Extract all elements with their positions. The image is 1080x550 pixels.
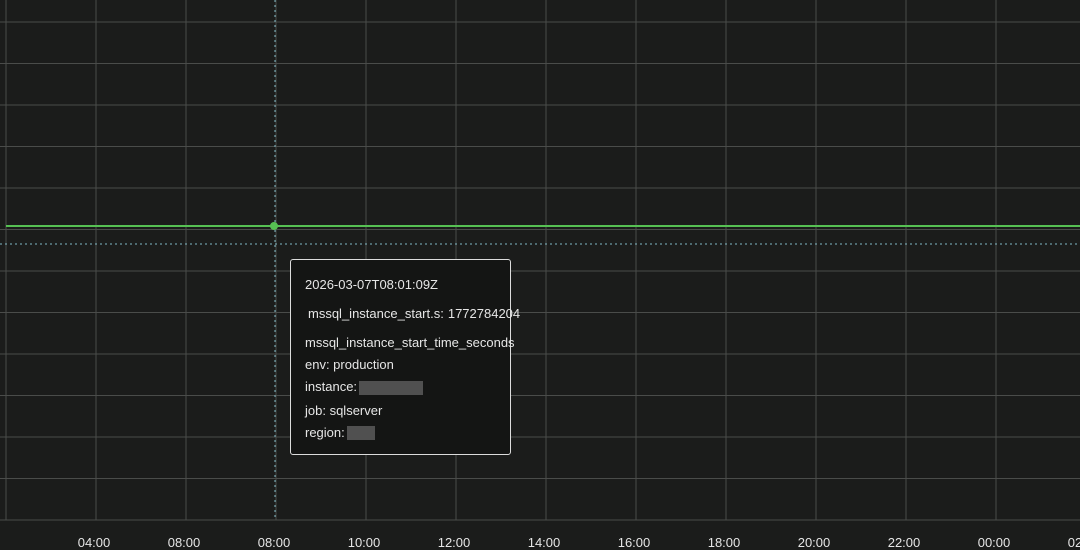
tooltip-series-label: mssql_instance_start.s: [308, 306, 444, 321]
hover-tooltip: 2026-03-07T08:01:09Z mssql_instance_star… [290, 259, 520, 455]
x-tick-label: 14:00 [528, 535, 561, 550]
redacted-region-value [346, 426, 375, 441]
x-tick-label: 16:00 [618, 535, 651, 550]
x-tick-label: 00:00 [978, 535, 1011, 550]
tooltip-label-region-key: region: [305, 424, 345, 440]
x-tick-label: 08:00 [258, 535, 291, 550]
grid [0, 0, 1080, 521]
x-axis-tick-labels: 04:00 08:00 08:00 10:00 12:00 14:00 16:00 18:00… [78, 535, 1080, 550]
tooltip-label-region: region: [305, 426, 496, 441]
x-tick-label: 22:00 [888, 535, 921, 550]
tooltip-series-value: 1772784204 [447, 306, 521, 321]
x-tick-label: 08:00 [168, 535, 201, 550]
x-tick-label: 12:00 [438, 535, 471, 550]
x-tick-label: 18:00 [708, 535, 741, 550]
tooltip-label-job: job: sqlserver [305, 402, 383, 418]
time-series-chart[interactable]: 04:00 08:00 08:00 10:00 12:00 14:00 16:00 18:00… [0, 0, 1080, 550]
tooltip-label-instance-key: instance: [305, 379, 358, 394]
hovered-data-point[interactable] [270, 222, 278, 230]
x-tick-label: 02:00 [1068, 535, 1080, 550]
x-tick-label: 20:00 [798, 535, 831, 550]
tooltip-timestamp: 2026-03-07T08:01:09Z [305, 277, 438, 292]
x-tick-label: 04:00 [78, 535, 111, 550]
tooltip-label-env: env: production [305, 357, 394, 372]
tooltip-label-instance: instance: [305, 380, 496, 395]
series-layer [6, 222, 1080, 230]
tooltip-metric-name: mssql_instance_start_time_seconds [305, 335, 515, 350]
x-tick-label: 10:00 [348, 535, 381, 550]
redacted-instance-value [359, 380, 424, 395]
tooltip-series-entry: mssql_instance_start.s: 1772784204 [305, 306, 520, 321]
